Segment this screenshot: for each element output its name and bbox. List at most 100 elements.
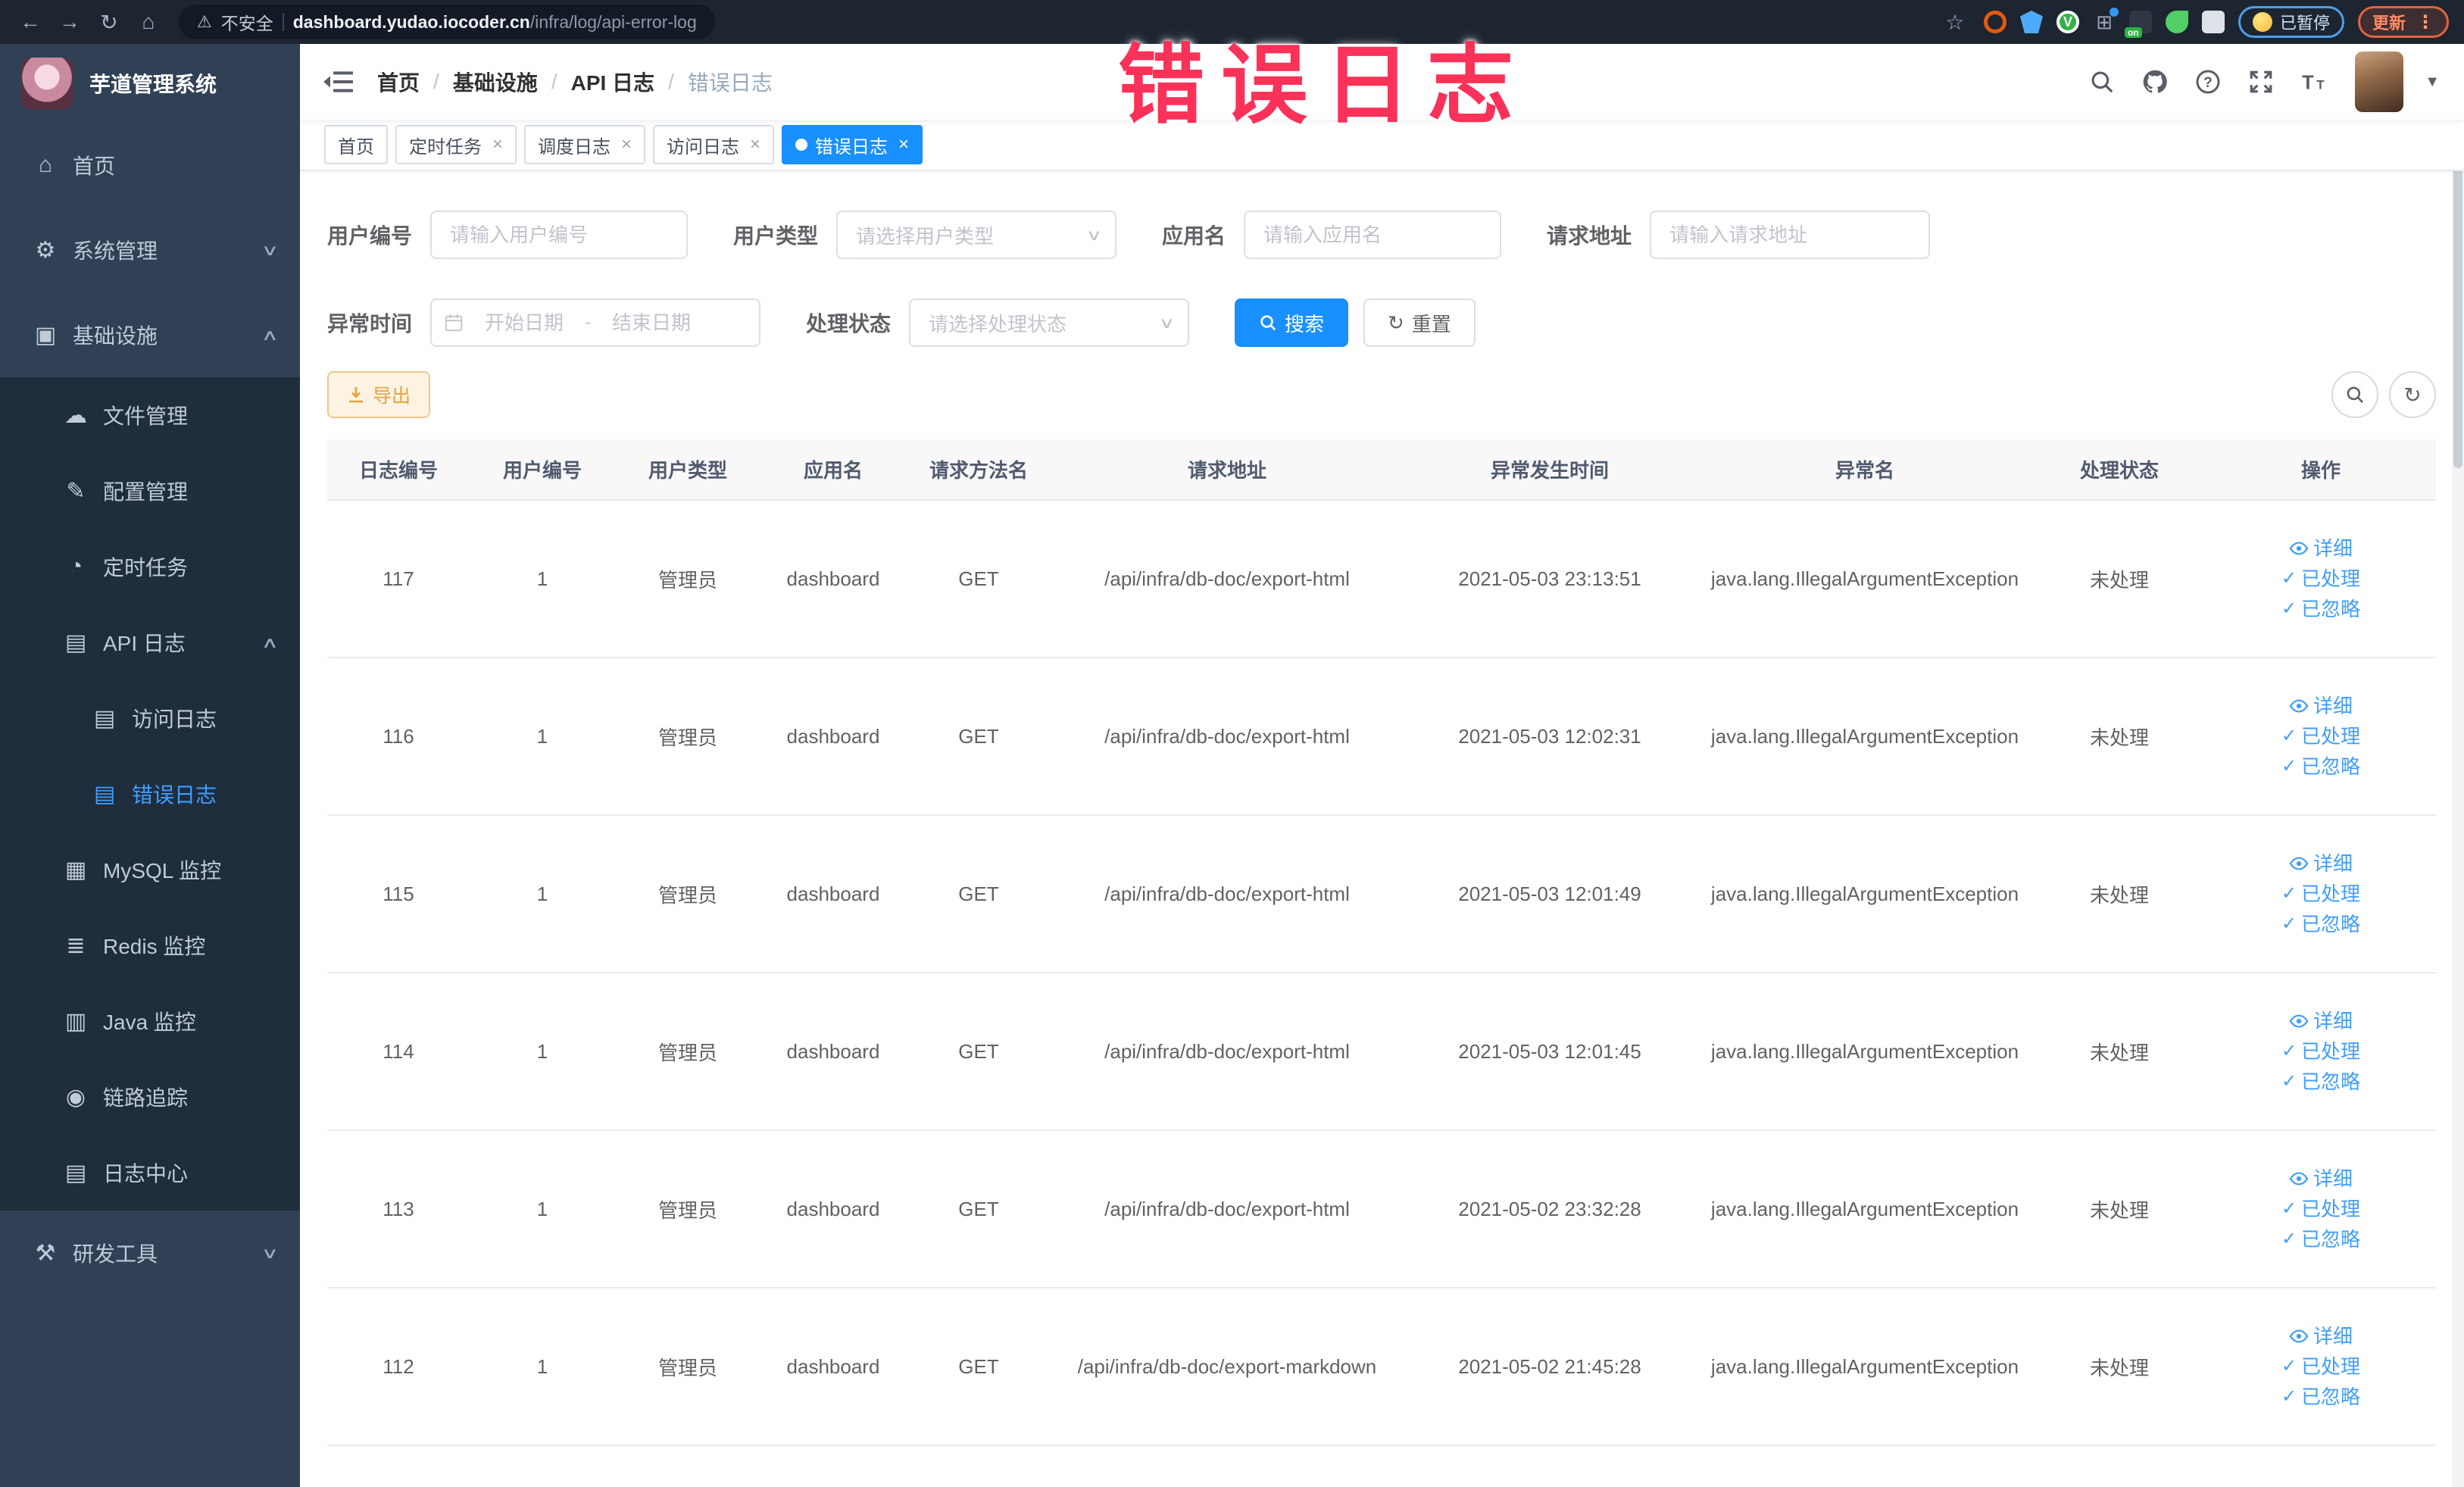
mark-ignored-link[interactable]: ✓ 已忽略 [2281, 757, 2360, 776]
reset-button[interactable]: ↻ 重置 [1363, 298, 1476, 347]
refresh-table-button[interactable]: ↻ [2389, 371, 2436, 418]
address-bar[interactable]: ⚠ 不安全 dashboard.yudao.iocoder.cn/infra/l… [179, 5, 715, 39]
update-badge[interactable]: 更新 ⋮ [2357, 6, 2449, 38]
check-icon: ✓ [2281, 1071, 2297, 1092]
cell-status: 未处理 [2033, 658, 2206, 816]
mark-processed-link[interactable]: ✓ 已处理 [2281, 726, 2360, 746]
sidebar-item-错误日志[interactable]: ▤ 错误日志 [0, 756, 300, 832]
extension-icon-shield[interactable] [2019, 11, 2043, 33]
search-button[interactable]: 搜索 [1235, 298, 1349, 347]
tab-首页[interactable]: 首页 [324, 125, 388, 164]
user-type-select[interactable]: 请选择用户类型 ∨ [836, 211, 1117, 259]
detail-link[interactable]: 详细 [2289, 1169, 2353, 1189]
chevron-up-icon: ∧ [261, 326, 280, 344]
detail-link[interactable]: 详细 [2289, 1326, 2353, 1346]
extension-icon-tampermonkey[interactable]: on [2124, 11, 2152, 38]
sidebar-item-系统管理[interactable]: ⚙ 系统管理 ∨ [0, 208, 300, 292]
tab-访问日志[interactable]: 访问日志 × [653, 125, 775, 164]
detail-link[interactable]: 详细 [2289, 1011, 2353, 1031]
sidebar-item-Java 监控[interactable]: ▥ Java 监控 [0, 983, 300, 1059]
breadcrumb-separator: / [433, 70, 439, 93]
sidebar-item-访问日志[interactable]: ▤ 访问日志 [0, 680, 300, 756]
breadcrumb-link[interactable]: 首页 [377, 67, 420, 97]
sidebar-item-Redis 监控[interactable]: ≣ Redis 监控 [0, 908, 300, 983]
sidebar-item-定时任务[interactable]: ◔ 定时任务 [0, 529, 300, 604]
cell-url: /api/infra/db-doc/export-html [1051, 1130, 1403, 1289]
extension-icon-grid[interactable]: ⊞ [2093, 8, 2119, 33]
sidebar-item-文件管理[interactable]: ☁ 文件管理 [0, 377, 300, 453]
close-icon[interactable]: × [898, 134, 909, 155]
col-exception-name: 异常名 [1697, 439, 2033, 501]
cell-id: 115 [327, 815, 470, 973]
mark-ignored-link[interactable]: ✓ 已忽略 [2281, 1387, 2360, 1407]
toggle-search-button[interactable] [2331, 371, 2378, 418]
mark-ignored-link[interactable]: ✓ 已忽略 [2281, 599, 2360, 619]
sidebar-item-API 日志[interactable]: ▤ API 日志 ∧ [0, 604, 300, 680]
close-icon[interactable]: × [492, 134, 503, 155]
mark-ignored-link[interactable]: ✓ 已忽略 [2281, 1072, 2360, 1092]
mark-processed-link[interactable]: ✓ 已处理 [2281, 1042, 2360, 1061]
close-icon[interactable]: × [621, 134, 632, 155]
font-size-icon[interactable]: TT [2293, 61, 2335, 103]
extensions-puzzle-icon[interactable] [2201, 11, 2225, 33]
app-logo[interactable]: 芋道管理系统 [0, 44, 300, 123]
search-icon[interactable] [2081, 61, 2123, 103]
extension-icon-sprout[interactable] [2165, 11, 2188, 33]
tab-调度日志[interactable]: 调度日志 × [524, 125, 646, 164]
avatar-caret-down-icon[interactable]: ▼ [2425, 73, 2440, 91]
user-id-input[interactable] [430, 211, 689, 259]
app-name-input[interactable] [1244, 211, 1502, 259]
fullscreen-icon[interactable] [2240, 61, 2282, 103]
extension-icon-v[interactable]: V [2056, 11, 2079, 33]
breadcrumb-link[interactable]: 基础设施 [453, 67, 538, 97]
reload-icon[interactable]: ↻ [94, 10, 124, 35]
process-status-select[interactable]: 请选择处理状态 ∨ [909, 298, 1190, 347]
detail-link[interactable]: 详细 [2289, 539, 2353, 558]
col-log-id: 日志编号 [327, 439, 470, 501]
paused-badge[interactable]: 已暂停 [2238, 6, 2344, 38]
end-date-input[interactable] [597, 311, 707, 335]
java-icon: ▥ [64, 1008, 87, 1034]
sidebar-item-日志中心[interactable]: ▤ 日志中心 [0, 1135, 300, 1211]
sidebar-item-首页[interactable]: ⌂ 首页 [0, 123, 300, 208]
bookmark-star-icon[interactable]: ☆ [1940, 10, 1970, 35]
tab-错误日志[interactable]: 错误日志 × [782, 125, 923, 164]
mark-processed-link[interactable]: ✓ 已处理 [2281, 1199, 2360, 1219]
detail-link[interactable]: 详细 [2289, 854, 2353, 873]
col-user-id: 用户编号 [470, 439, 615, 501]
forward-icon[interactable]: → [55, 10, 85, 34]
tab-定时任务[interactable]: 定时任务 × [395, 125, 517, 164]
col-app-name: 应用名 [760, 439, 906, 501]
detail-link[interactable]: 详细 [2289, 696, 2353, 716]
start-date-input[interactable] [470, 311, 579, 335]
home-icon[interactable]: ⌂ [133, 10, 164, 34]
mark-processed-link[interactable]: ✓ 已处理 [2281, 569, 2360, 589]
mark-processed-link[interactable]: ✓ 已处理 [2281, 884, 2360, 904]
close-icon[interactable]: × [750, 134, 760, 155]
sidebar-item-label: 定时任务 [103, 556, 189, 579]
user-avatar[interactable] [2355, 52, 2404, 112]
sidebar-item-基础设施[interactable]: ▣ 基础设施 ∧ [0, 292, 300, 377]
sidebar-toggle-icon[interactable] [323, 70, 353, 94]
divider [282, 13, 284, 31]
github-icon[interactable] [2134, 61, 2176, 103]
mark-ignored-link[interactable]: ✓ 已忽略 [2281, 914, 2360, 934]
exception-time-range-picker[interactable]: - [430, 298, 761, 347]
help-icon[interactable]: ? [2187, 61, 2229, 103]
error-log-icon: ▤ [93, 781, 116, 807]
sidebar-item-配置管理[interactable]: ✎ 配置管理 [0, 453, 300, 529]
mark-ignored-link[interactable]: ✓ 已忽略 [2281, 1229, 2360, 1249]
back-icon[interactable]: ← [15, 10, 45, 34]
breadcrumb-link[interactable]: API 日志 [571, 67, 654, 97]
request-url-input[interactable] [1650, 211, 1931, 259]
sidebar-item-MySQL 监控[interactable]: ▦ MySQL 监控 [0, 832, 300, 908]
breadcrumb: 首页 / 基础设施 / API 日志 / 错误日志 [377, 67, 773, 97]
sidebar-item-链路追踪[interactable]: ◉ 链路追踪 [0, 1059, 300, 1135]
chevron-up-icon: ∧ [261, 634, 280, 651]
cell-user_type: 管理员 [615, 1288, 760, 1446]
sidebar-item-研发工具[interactable]: ⚒ 研发工具 ∨ [0, 1211, 300, 1295]
export-button[interactable]: 导出 [327, 371, 431, 418]
browser-menu-icon[interactable]: ⋮ [2416, 11, 2434, 33]
extension-icon-orange[interactable] [1983, 11, 2006, 33]
mark-processed-link[interactable]: ✓ 已处理 [2281, 1357, 2360, 1376]
